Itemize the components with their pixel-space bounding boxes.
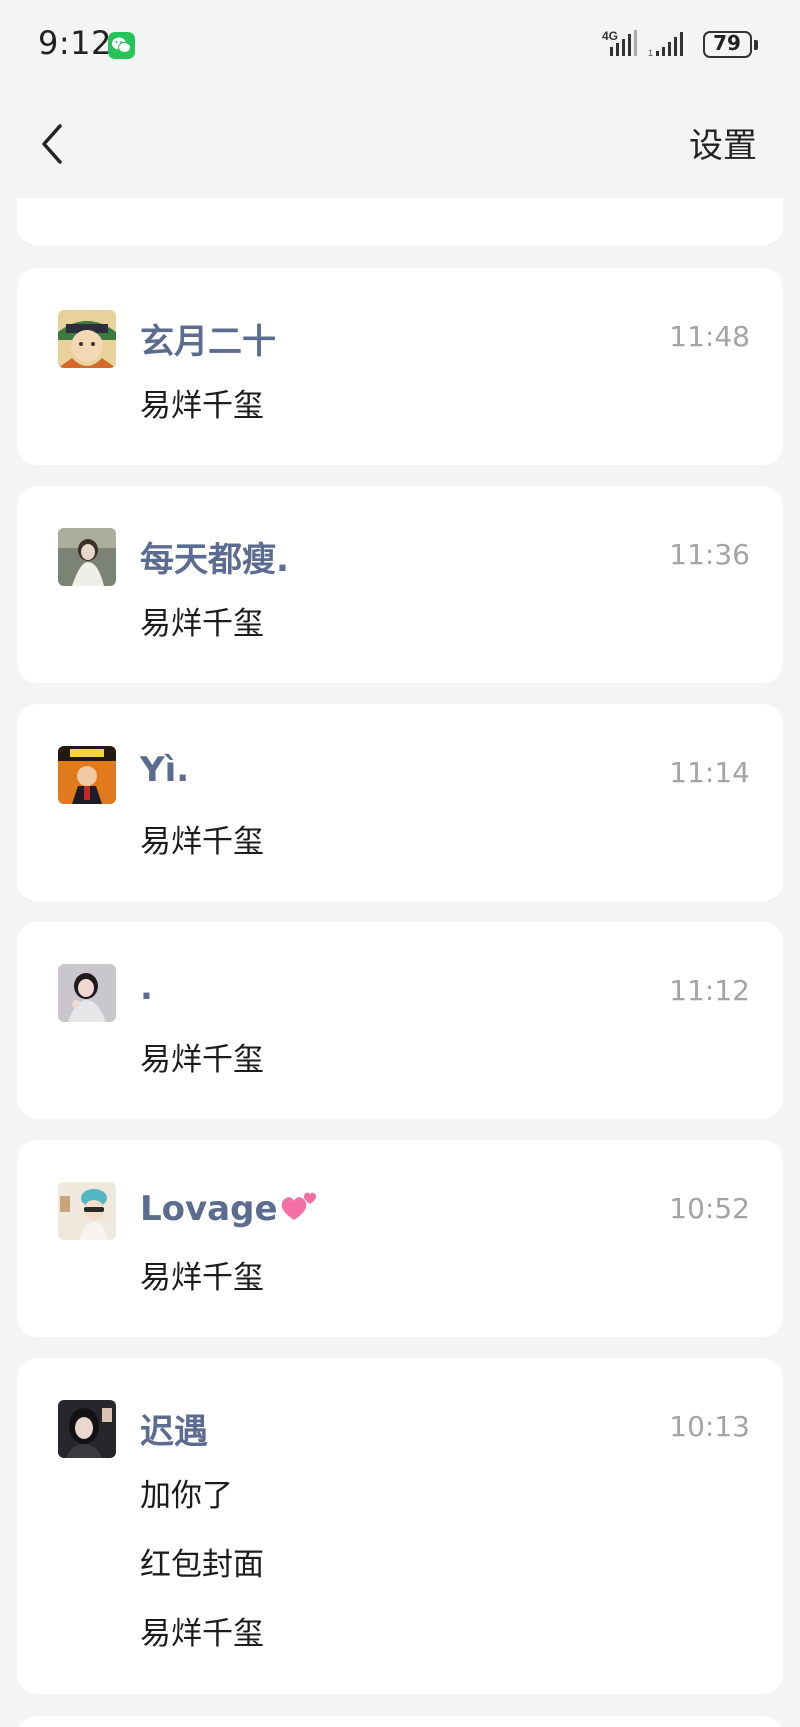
battery-cap <box>754 40 758 50</box>
avatar[interactable] <box>58 310 116 368</box>
wechat-icon <box>108 32 135 59</box>
sender-name: Lovage <box>140 1186 320 1229</box>
message-card-partial[interactable] <box>17 1716 783 1727</box>
message-card[interactable]: 迟遇 10:13 加你了 红包封面 易烊千玺 <box>17 1358 783 1694</box>
svg-text:1: 1 <box>648 48 653 58</box>
sender-name-text: Lovage <box>140 1189 278 1229</box>
battery-icon: 79 <box>703 31 752 58</box>
message-card[interactable]: . 11:12 易烊千玺 <box>17 922 783 1119</box>
network-type-label: 4G <box>602 29 618 43</box>
message-card[interactable]: 每天都瘦. 11:36 易烊千玺 <box>17 486 783 683</box>
message-text: 易烊千玺 <box>140 388 264 424</box>
message-text: 易烊千玺 <box>140 824 264 860</box>
message-time: 11:48 <box>669 320 750 353</box>
chevron-left-icon <box>42 124 62 164</box>
message-time: 11:36 <box>669 538 750 571</box>
message-time: 10:52 <box>669 1192 750 1225</box>
sender-name: 玄月二十 <box>140 322 276 362</box>
message-card[interactable]: Yì. 11:14 易烊千玺 <box>17 704 783 901</box>
back-button[interactable] <box>36 118 76 170</box>
nav-bar: 设置 <box>0 92 800 198</box>
message-text: 易烊千玺 <box>140 606 264 642</box>
message-text: 易烊千玺 <box>140 1616 264 1652</box>
avatar[interactable] <box>58 1400 116 1458</box>
message-text: 易烊千玺 <box>140 1042 264 1078</box>
battery-level: 79 <box>713 31 741 55</box>
two-hearts-icon <box>281 1192 316 1220</box>
message-time: 10:13 <box>669 1410 750 1443</box>
avatar[interactable] <box>58 964 116 1022</box>
status-time: 9:12 <box>38 24 112 62</box>
message-feed[interactable]: 玄月二十 11:48 易烊千玺 每天都瘦. 11:36 易烊千玺 Yì. 11:… <box>0 198 800 1727</box>
sender-name: . <box>140 968 153 1008</box>
avatar[interactable] <box>58 746 116 804</box>
message-time: 11:14 <box>669 756 750 789</box>
avatar[interactable] <box>58 1182 116 1240</box>
message-text: 红包封面 <box>140 1547 264 1583</box>
avatar[interactable] <box>58 528 116 586</box>
sender-name: Yì. <box>140 750 190 790</box>
message-card[interactable]: 玄月二十 11:48 易烊千玺 <box>17 268 783 465</box>
cellular-4g-signal-icon: 4G <box>602 29 637 56</box>
message-card[interactable]: Lovage 10:52 易烊千玺 <box>17 1140 783 1337</box>
cellular-signal-icon: 1 <box>648 32 683 58</box>
message-text: 加你了 <box>140 1478 233 1514</box>
message-card-partial[interactable] <box>17 198 783 245</box>
status-bar: 9:12 4G 1 79 <box>0 0 800 92</box>
settings-button[interactable]: 设置 <box>689 118 757 167</box>
sender-name: 每天都瘦. <box>140 540 289 580</box>
message-time: 11:12 <box>669 974 750 1007</box>
sender-name: 迟遇 <box>140 1412 208 1452</box>
message-text: 易烊千玺 <box>140 1260 264 1296</box>
